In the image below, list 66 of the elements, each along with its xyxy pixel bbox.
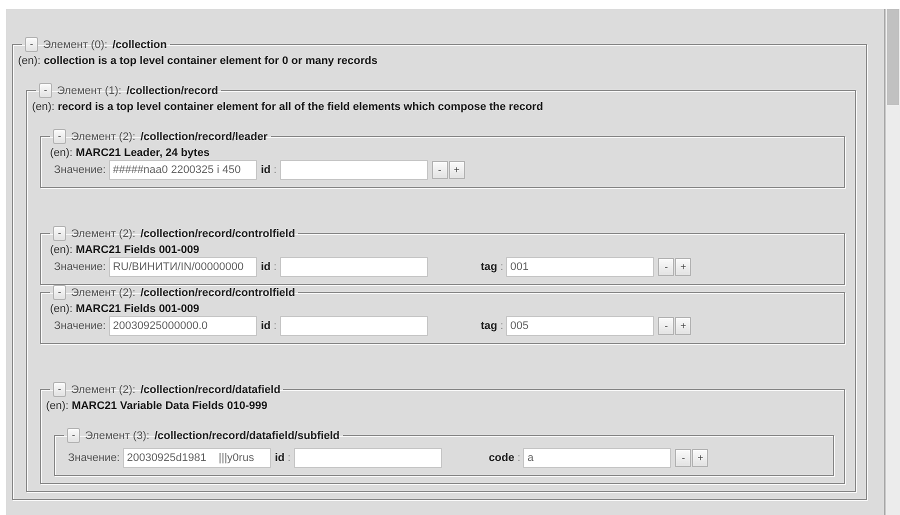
- element-label: Элемент (3):: [85, 430, 150, 442]
- collapse-button[interactable]: -: [53, 226, 66, 241]
- remove-button[interactable]: -: [658, 258, 674, 276]
- element-label: Элемент (1):: [57, 84, 122, 96]
- attribute-field[interactable]: a: [523, 448, 672, 468]
- separator: :: [500, 261, 504, 273]
- attribute-field[interactable]: 001: [506, 257, 654, 277]
- separator: :: [274, 261, 277, 273]
- element-label: Элемент (2):: [71, 384, 136, 396]
- element-description: (en): MARC21 Variable Data Fields 010-999: [46, 400, 268, 412]
- element-label: Элемент (2):: [71, 228, 136, 240]
- attribute-label: id: [260, 320, 271, 332]
- remove-button[interactable]: -: [675, 449, 692, 467]
- element-label: Элемент (2):: [71, 130, 136, 142]
- collapse-button[interactable]: -: [53, 129, 66, 144]
- separator: :: [274, 164, 277, 176]
- value-label: Значение:: [54, 164, 106, 176]
- attribute-field[interactable]: [280, 257, 428, 277]
- add-button[interactable]: +: [448, 161, 465, 179]
- element-label: Элемент (0):: [43, 38, 108, 50]
- separator: :: [500, 320, 504, 332]
- collapse-button[interactable]: -: [39, 83, 52, 98]
- collapse-button[interactable]: -: [53, 382, 66, 397]
- collapse-button[interactable]: -: [53, 285, 66, 300]
- value-label: Значение:: [68, 452, 120, 464]
- scrollbar[interactable]: [885, 9, 900, 515]
- attribute-label: tag: [480, 261, 498, 273]
- separator: :: [517, 452, 520, 464]
- remove-button[interactable]: -: [432, 161, 448, 179]
- scrollbar-thumb[interactable]: [887, 9, 899, 105]
- collapse-button[interactable]: -: [25, 37, 38, 52]
- element-path: /collection/record/controlfield: [140, 228, 296, 240]
- value-label: Значение:: [54, 320, 106, 332]
- add-button[interactable]: +: [675, 317, 692, 335]
- element-path: /collection/record/leader: [140, 130, 268, 142]
- element-path: /collection: [112, 38, 167, 50]
- value-field[interactable]: #####naa0 2200325 i 450: [108, 160, 257, 180]
- attribute-field[interactable]: [280, 316, 428, 336]
- attribute-label: id: [260, 164, 271, 176]
- add-button[interactable]: +: [675, 258, 692, 276]
- element-description: (en): collection is a top level container element for 0 or many records: [18, 55, 378, 67]
- element-path: /collection/record/controlfield: [140, 286, 296, 298]
- element-path: /collection/record/datafield: [140, 384, 280, 396]
- attribute-label: id: [260, 261, 271, 273]
- attribute-field[interactable]: [280, 160, 428, 180]
- value-field[interactable]: 20030925d1981 |||y0rus: [122, 448, 271, 468]
- element-description: (en): record is a top level container element for all of the field elements which compose the record: [32, 101, 544, 113]
- attribute-label: tag: [480, 320, 498, 332]
- separator: :: [288, 452, 291, 464]
- attribute-field[interactable]: 005: [506, 316, 654, 336]
- element-label: Элемент (2):: [71, 286, 136, 298]
- value-label: Значение:: [54, 261, 106, 273]
- attribute-field[interactable]: [294, 448, 442, 468]
- value-field[interactable]: 20030925000000.0: [108, 316, 257, 336]
- element-description: (en): MARC21 Fields 001-009: [50, 303, 200, 315]
- element-path: /collection/record: [126, 84, 218, 96]
- separator: :: [274, 320, 277, 332]
- element-description: (en): MARC21 Leader, 24 bytes: [50, 147, 211, 159]
- remove-button[interactable]: -: [658, 317, 674, 335]
- attribute-label: id: [274, 452, 285, 464]
- element-path: /collection/record/datafield/subfield: [154, 430, 340, 442]
- add-button[interactable]: +: [692, 449, 708, 467]
- collapse-button[interactable]: -: [67, 428, 80, 443]
- element-description: (en): MARC21 Fields 001-009: [50, 244, 200, 256]
- attribute-label: code: [488, 452, 514, 464]
- value-field[interactable]: RU/ВИНИТИ/IN/00000000: [108, 257, 257, 277]
